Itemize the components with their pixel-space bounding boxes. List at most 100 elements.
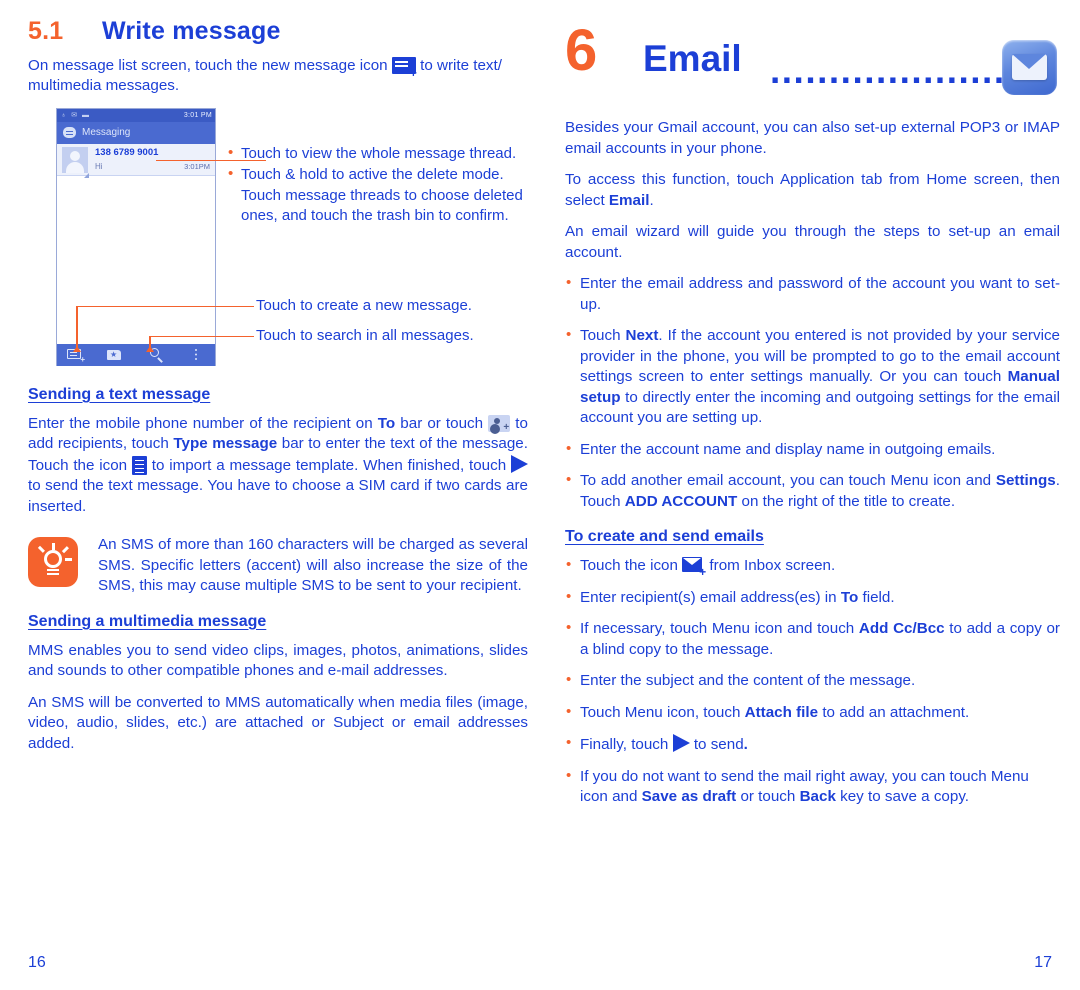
mms-paragraph-2: An SMS will be converted to MMS automati… <box>28 693 528 752</box>
send-arrow-icon <box>510 454 528 473</box>
bullet-enter-subject: Enter the subject and the content of the… <box>565 670 1060 692</box>
c7-p3: key to save a copy. <box>840 788 970 805</box>
bullet-touch-next: Touch Next. If the account you entered i… <box>565 325 1060 429</box>
callout-search: Touch to search in all messages. <box>256 326 474 344</box>
message-list-empty-area <box>57 175 215 344</box>
leader-arrow-newmsg <box>72 345 81 352</box>
leader-line-newmsg-v <box>76 305 78 351</box>
keyword-to-field: To <box>840 588 859 606</box>
keyword-add-cc-bcc: Add Cc/Bcc <box>858 620 945 637</box>
c3-p1: If necessary, touch Menu icon and touch <box>580 620 855 637</box>
callout-thread-bullets: Touch to view the whole message thread. … <box>228 143 528 228</box>
chapter-header: 6 Email ........................ <box>565 22 1060 96</box>
bullet-attach-file: Touch Menu icon, touch Attach file to ad… <box>565 702 1060 724</box>
keyword-back: Back <box>799 788 836 805</box>
phone-screen: ♁ ✉ ▬ 3:01 PM Messaging 138 6789 9001 Hi… <box>56 107 216 366</box>
access-p2: . <box>649 191 654 209</box>
email-intro: Besides your Gmail account, you can also… <box>565 119 1060 157</box>
contact-avatar <box>62 146 89 178</box>
callout-bullet-view-thread: Touch to view the whole message thread. <box>228 143 528 165</box>
phone-app-bar: Messaging <box>57 121 215 144</box>
email-app-icon <box>1002 40 1057 95</box>
keyword-to-bar: To <box>377 414 396 432</box>
subheading-sending-mms: Sending a multimedia message <box>28 612 267 630</box>
keyword-next: Next <box>625 327 659 344</box>
keyword-settings: Settings <box>995 472 1056 489</box>
callout-bullet-delete-mode: Touch & hold to active the delete mode. … <box>228 164 528 227</box>
manual-page-spread: 5.1 Write message On message list screen,… <box>0 0 1080 990</box>
email-wizard-paragraph: An email wizard will guide you through t… <box>565 223 1060 261</box>
keyword-attach-file: Attach file <box>744 703 819 721</box>
page-number-right: 17 <box>1034 954 1052 971</box>
keyword-save-as-draft: Save as draft <box>641 788 737 805</box>
chapter-number: 6 <box>565 18 598 83</box>
message-template-icon <box>131 455 147 475</box>
c6-p2: to send <box>693 736 744 753</box>
section-number: 5.1 <box>28 17 64 45</box>
callout-new-message: Touch to create a new message. <box>256 296 472 314</box>
right-page-column: 6 Email ........................ Besides… <box>565 22 1060 819</box>
c6-p1: Finally, touch <box>580 736 669 753</box>
keyword-type-message: Type message <box>173 435 278 452</box>
section-title: Write message <box>102 17 281 45</box>
subheading-sending-text: Sending a text message <box>28 385 211 403</box>
folder-star-icon[interactable] <box>107 348 123 362</box>
new-message-icon <box>391 56 417 79</box>
status-clock: 3:01 PM <box>183 111 212 119</box>
thread-phone-number: 138 6789 9001 <box>95 146 159 158</box>
app-title: Messaging <box>82 126 131 138</box>
sending-text-paragraph: Enter the mobile phone number of the rec… <box>28 414 528 518</box>
text-p2: bar or touch <box>400 414 484 432</box>
c7-p2: or touch <box>740 788 796 805</box>
send-arrow-icon <box>672 734 690 752</box>
tip-text: An SMS of more than 160 characters will … <box>98 536 528 594</box>
c2-p1: Enter recipient(s) email address(es) in <box>580 588 837 606</box>
bullet-finally-send: Finally, touch to send. <box>565 733 1060 756</box>
thread-snippet: Hi <box>95 161 103 171</box>
left-page-column: 5.1 Write message On message list screen,… <box>28 17 528 765</box>
c6-p3: . <box>743 736 748 753</box>
email-setup-bullets: Enter the email address and password of … <box>565 273 1060 512</box>
text-p5: to import a message template. When finis… <box>151 456 507 474</box>
create-email-bullets: Touch the icon + from Inbox screen. Ente… <box>565 555 1060 808</box>
b4-p1: To add another email account, you can to… <box>580 472 992 489</box>
page-title: 5.1 Write message <box>28 17 528 46</box>
bullet-touch-compose-icon: Touch the icon + from Inbox screen. <box>565 555 1060 578</box>
phone-mockup-figure: ♁ ✉ ▬ 3:01 PM Messaging 138 6789 9001 Hi… <box>28 107 528 370</box>
text-p6: to send the text message. You have to ch… <box>28 477 528 515</box>
c1-p2: from Inbox screen. <box>709 557 836 574</box>
bullet-add-cc-bcc: If necessary, touch Menu icon and touch … <box>565 618 1060 660</box>
phone-status-bar: ♁ ✉ ▬ 3:01 PM <box>57 108 215 122</box>
keyword-email: Email <box>608 191 650 209</box>
c5-p2: to add an attachment. <box>822 703 970 721</box>
email-access-paragraph: To access this function, touch Applicati… <box>565 170 1060 211</box>
messaging-app-icon <box>63 126 76 138</box>
subheading-create-send-emails: To create and send emails <box>565 528 764 545</box>
chapter-dot-leader: ........................ <box>770 52 1002 89</box>
mms-paragraph-1: MMS enables you to send video clips, ima… <box>28 641 528 680</box>
compose-email-icon: + <box>682 557 706 578</box>
intro-paragraph: On message list screen, touch the new me… <box>28 56 528 97</box>
c5-p1: Touch Menu icon, touch <box>580 703 741 721</box>
bullet-enter-credentials: Enter the email address and password of … <box>565 273 1060 315</box>
leader-line-newmsg-h <box>76 305 254 308</box>
b2-p1: Touch <box>580 327 621 344</box>
c2-p2: field. <box>862 588 895 606</box>
b4-p3: on the right of the title to create. <box>741 492 956 510</box>
leader-line-search-h <box>149 335 254 338</box>
keyword-add-account: ADD ACCOUNT <box>624 492 738 510</box>
leader-arrow-search <box>145 345 154 352</box>
tip-callout-box: An SMS of more than 160 characters will … <box>28 535 528 597</box>
phone-bottom-toolbar: + <box>57 343 215 366</box>
bullet-add-account: To add another email account, you can to… <box>565 470 1060 512</box>
text-p1: Enter the mobile phone number of the rec… <box>28 414 373 432</box>
lightbulb-icon <box>28 537 78 587</box>
page-number-left: 16 <box>28 954 46 971</box>
bullet-save-as-draft: If you do not want to send the mail righ… <box>565 766 1060 808</box>
bullet-account-name: Enter the account name and display name … <box>565 439 1060 461</box>
bullet-enter-recipients: Enter recipient(s) email address(es) in … <box>565 587 1060 609</box>
b2-p3: to directly enter the incoming and outgo… <box>580 388 1060 427</box>
overflow-menu-icon[interactable] <box>189 348 205 362</box>
intro-text-before: On message list screen, touch the new me… <box>28 56 388 74</box>
chapter-title: Email <box>643 38 742 79</box>
